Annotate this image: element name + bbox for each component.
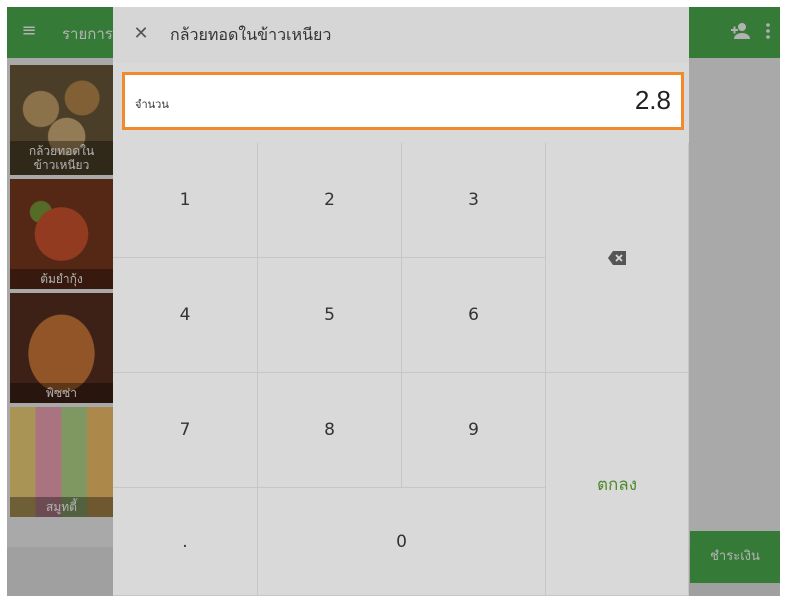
quantity-label: จำนวน xyxy=(135,98,169,111)
quantity-dialog: ✕ กล้วยทอดในข้าวเหนียว จำนวน 2.8 1 2 3 4… xyxy=(113,7,689,596)
close-icon[interactable]: ✕ xyxy=(131,24,151,44)
quantity-field[interactable]: จำนวน 2.8 xyxy=(122,72,684,130)
ok-button[interactable]: ตกลง xyxy=(546,373,689,596)
key-8[interactable]: 8 xyxy=(258,373,402,488)
device-frame: ≡ รายการ กล้วยทอดใน ข้าวเหนียว ต้มยำกุ้ง… xyxy=(0,0,787,596)
key-6[interactable]: 6 xyxy=(402,258,546,373)
dialog-title: กล้วยทอดในข้าวเหนียว xyxy=(170,25,332,44)
backspace-icon xyxy=(608,250,626,265)
key-3[interactable]: 3 xyxy=(402,143,546,258)
key-0[interactable]: 0 xyxy=(258,488,546,596)
quantity-value: 2.8 xyxy=(634,85,671,115)
key-decimal[interactable]: . xyxy=(113,488,258,596)
key-1[interactable]: 1 xyxy=(113,143,258,258)
key-7[interactable]: 7 xyxy=(113,373,258,488)
key-9[interactable]: 9 xyxy=(402,373,546,488)
key-4[interactable]: 4 xyxy=(113,258,258,373)
numeric-keypad: 1 2 3 4 5 6 7 8 9 ตกลง . 0 xyxy=(113,143,689,596)
screen: ≡ รายการ กล้วยทอดใน ข้าวเหนียว ต้มยำกุ้ง… xyxy=(7,7,780,596)
key-2[interactable]: 2 xyxy=(258,143,402,258)
dialog-header: ✕ กล้วยทอดในข้าวเหนียว xyxy=(113,7,689,63)
backspace-button[interactable] xyxy=(546,143,689,373)
key-5[interactable]: 5 xyxy=(258,258,402,373)
